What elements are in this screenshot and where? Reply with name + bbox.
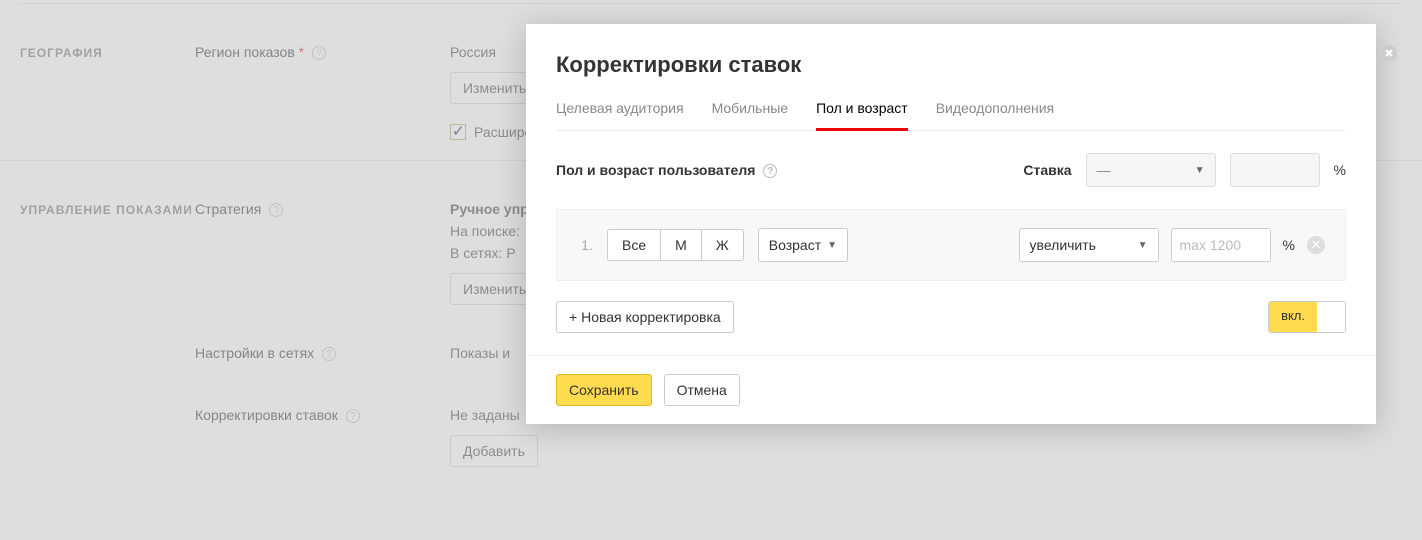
tab-video[interactable]: Видеодополнения [936,100,1054,130]
enable-toggle[interactable]: вкл. [1268,301,1346,333]
add-adjustment-label: Новая корректировка [581,309,721,325]
save-button[interactable]: Сохранить [556,374,652,406]
modal-tabs: Целевая аудитория Мобильные Пол и возрас… [556,100,1346,131]
gender-segment: Все М Ж [607,229,744,261]
rate-input-disabled [1230,153,1320,187]
percent-sign: % [1334,162,1346,178]
chevron-down-icon: ▼ [1138,240,1148,251]
remove-row-icon[interactable]: ✕ [1307,236,1325,254]
row-number: 1. [567,237,607,253]
percent-sign: % [1283,237,1295,253]
chevron-down-icon: ▼ [1195,165,1205,176]
seg-male[interactable]: М [661,230,702,260]
direction-value: увеличить [1030,237,1096,253]
dash-value: — [1097,162,1111,178]
toggle-on-label: вкл. [1269,302,1317,332]
age-select[interactable]: Возраст ▼ [758,228,848,262]
close-icon[interactable] [1380,44,1400,64]
tab-audience[interactable]: Целевая аудитория [556,100,684,130]
direction-select[interactable]: увеличить ▼ [1019,228,1159,262]
age-label: Возраст [769,237,821,253]
seg-all[interactable]: Все [608,230,661,260]
toggle-off-space [1317,302,1345,332]
adjustment-row: 1. Все М Ж Возраст ▼ увеличить ▼ % ✕ [556,209,1346,281]
bid-adjustments-modal: Корректировки ставок Целевая аудитория М… [526,24,1376,424]
help-icon[interactable]: ? [763,164,777,178]
modal-title: Корректировки ставок [556,52,1346,78]
tab-gender-age[interactable]: Пол и возраст [816,100,908,131]
add-adjustment-button[interactable]: + Новая корректировка [556,301,734,333]
gender-age-header: Пол и возраст пользователя [556,162,755,178]
amount-input[interactable] [1171,228,1271,262]
rate-select-disabled: — ▼ [1086,153,1216,187]
chevron-down-icon: ▼ [827,240,837,251]
cancel-button[interactable]: Отмена [664,374,740,406]
rate-label: Ставка [1023,162,1071,178]
plus-icon: + [569,309,581,325]
tab-mobile[interactable]: Мобильные [712,100,789,130]
seg-female[interactable]: Ж [702,230,743,260]
